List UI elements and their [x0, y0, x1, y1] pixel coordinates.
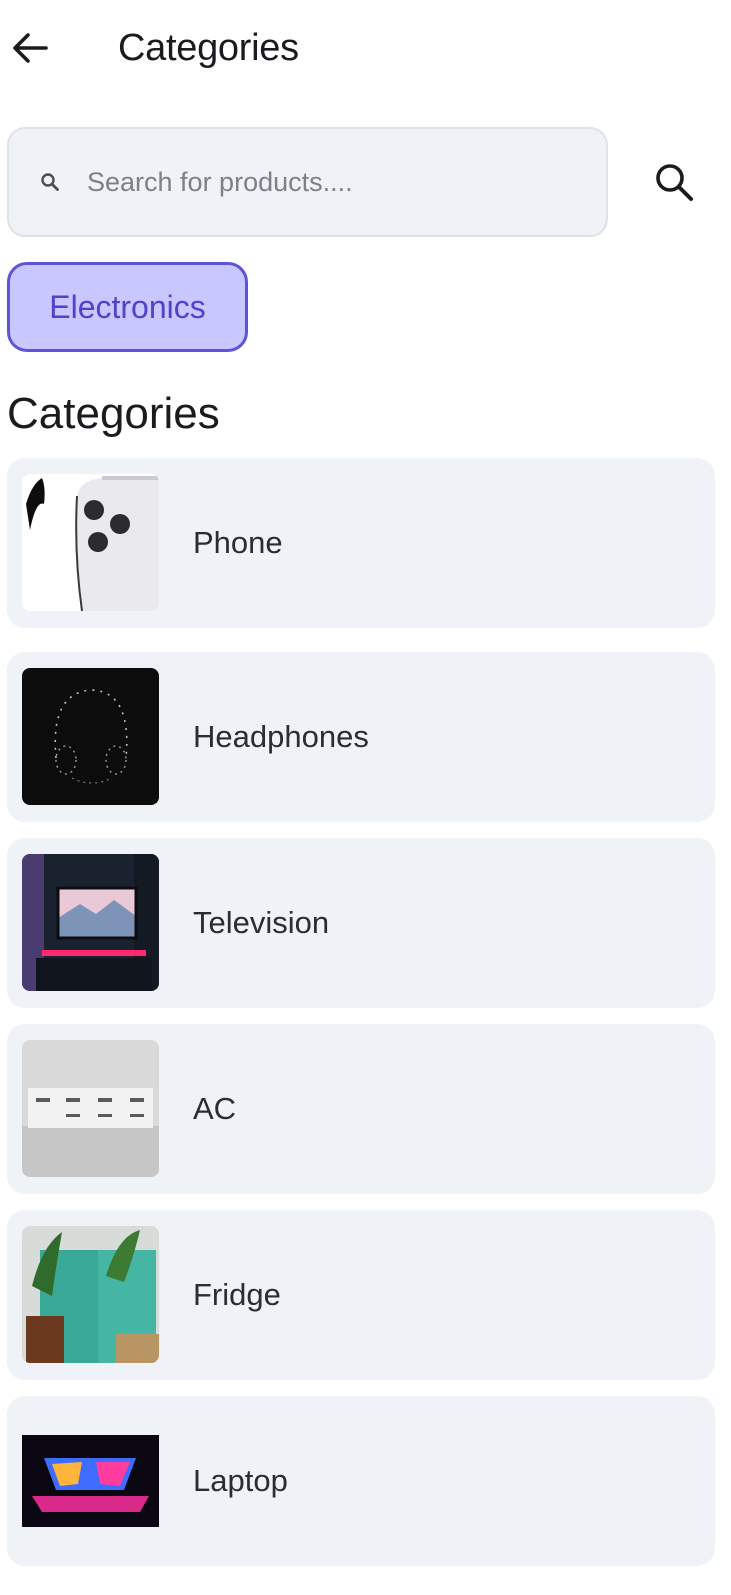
category-item-laptop[interactable]: Laptop	[7, 1396, 715, 1566]
laptop-photo	[22, 1412, 159, 1549]
headphones-photo	[22, 668, 159, 805]
category-item-ac[interactable]: AC	[7, 1024, 715, 1194]
arrow-left-icon	[13, 33, 48, 63]
category-label: AC	[193, 1091, 237, 1126]
search-icon	[656, 164, 693, 201]
category-item-fridge[interactable]: Fridge	[7, 1210, 715, 1380]
category-label: Phone	[193, 525, 283, 560]
search-field[interactable]	[7, 127, 608, 237]
category-item-television[interactable]: Television	[7, 838, 715, 1008]
category-label: Headphones	[193, 719, 369, 754]
app-bar: Categories	[0, 0, 731, 96]
page-title: Categories	[118, 27, 299, 69]
fridge-photo	[22, 1226, 159, 1363]
filter-chip-label: Electronics	[49, 288, 206, 325]
section-title: Categories	[7, 389, 220, 438]
search-input[interactable]	[87, 166, 567, 198]
search-icon	[35, 167, 65, 197]
filter-chip-electronics[interactable]: Electronics	[7, 262, 248, 352]
back-button[interactable]	[6, 24, 54, 72]
ac-photo	[22, 1040, 159, 1177]
category-item-phone[interactable]: Phone	[7, 458, 715, 628]
phone-photo	[22, 474, 159, 611]
category-item-headphones[interactable]: Headphones	[7, 652, 715, 822]
category-label: Fridge	[193, 1277, 281, 1312]
category-label: Laptop	[193, 1463, 288, 1498]
search-button[interactable]	[642, 150, 706, 214]
television-photo	[22, 854, 159, 991]
category-label: Television	[193, 905, 330, 940]
